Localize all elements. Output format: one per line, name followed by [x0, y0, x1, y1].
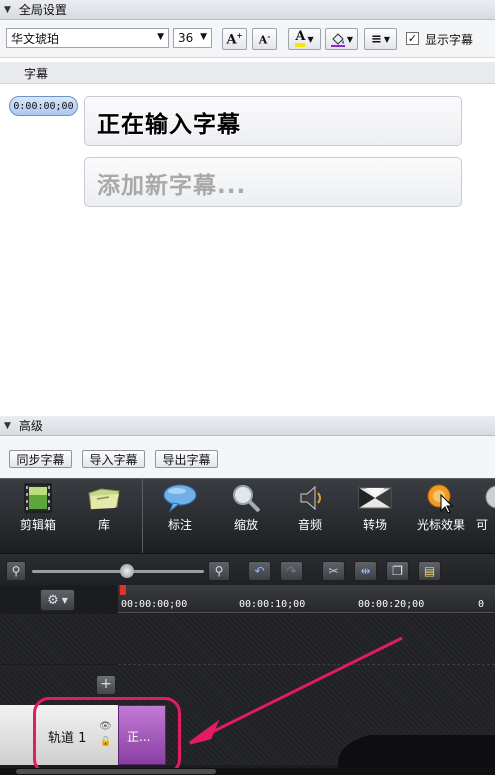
timeline-settings-button[interactable]: ⚙ ▼	[40, 589, 75, 611]
font-select[interactable]: 华文琥珀 ▼	[6, 28, 169, 48]
ruler-tick-label: 00:00:10;00	[239, 599, 306, 610]
align-icon: ≡	[370, 31, 382, 47]
cursor-effect-icon	[427, 484, 454, 513]
tab-label: 库	[97, 518, 110, 532]
advanced-title: 高级	[18, 419, 43, 433]
zoom-slider[interactable]	[32, 570, 204, 573]
undo-icon: ↶	[254, 564, 265, 578]
annotation-highlight-box	[33, 697, 181, 775]
ruler-tick-label: 0	[478, 599, 485, 610]
folder-icon	[88, 488, 120, 510]
task-tabs-bar: 剪辑箱 库 标注 缩放 音频 转场 光标效果 可	[0, 478, 495, 553]
copy-icon: ❐	[392, 564, 403, 578]
scissors-icon: ✂	[328, 564, 339, 578]
global-settings-header[interactable]: ▼ 全局设置	[0, 0, 495, 20]
tab-more[interactable]: 可	[470, 479, 495, 553]
export-captions-button[interactable]: 导出字幕	[155, 450, 218, 468]
dropdown-arrow-icon: ▼	[61, 595, 68, 605]
zoom-in-button[interactable]: ⚲	[208, 561, 230, 581]
sync-captions-button[interactable]: 同步字幕	[9, 450, 72, 468]
add-caption-placeholder[interactable]: 添加新字幕...	[84, 157, 462, 207]
paste-button[interactable]: ▤	[418, 561, 441, 581]
tab-cursor-effects[interactable]: 光标效果	[406, 479, 476, 553]
more-icon	[485, 485, 495, 509]
time-ruler[interactable]: 00:00:00;00 00:00:10;00 00:00:20;00 0	[118, 585, 495, 613]
tab-label: 音频	[297, 518, 322, 532]
ruler-tick-label: 00:00:20;00	[358, 599, 425, 610]
split-button[interactable]: ⇹	[354, 561, 377, 581]
fill-color-button[interactable]: ▼	[325, 28, 358, 50]
magnifier-icon	[233, 485, 261, 513]
tab-label: 光标效果	[416, 518, 465, 532]
tab-label: 缩放	[233, 518, 258, 532]
paste-icon: ▤	[423, 564, 436, 578]
dropdown-arrow-icon: ▼	[307, 34, 314, 44]
font-size-select[interactable]: 36 ▼	[173, 28, 212, 48]
increase-font-button[interactable]: A+	[222, 28, 247, 50]
transition-icon	[358, 487, 392, 509]
import-captions-button[interactable]: 导入字幕	[82, 450, 145, 468]
captions-column-header: 字幕	[0, 62, 495, 84]
paint-bucket-icon	[330, 33, 345, 47]
caption-timestamp[interactable]: 0:00:00;00	[9, 96, 78, 116]
advanced-header[interactable]: ▼ 高级	[0, 416, 495, 436]
tab-zoom[interactable]: 缩放	[210, 479, 282, 553]
gear-icon: ⚙	[47, 592, 59, 608]
speaker-icon	[300, 485, 321, 511]
ruler-tick-label: 00:00:00;00	[121, 599, 188, 610]
captions-header-label: 字幕	[24, 67, 49, 81]
undo-button[interactable]: ↶	[248, 561, 271, 581]
film-strip-icon	[24, 483, 52, 513]
increase-font-icon: A+	[226, 30, 243, 48]
tab-audio[interactable]: 音频	[274, 479, 346, 553]
cut-button[interactable]: ✂	[322, 561, 345, 581]
tab-label: 剪辑箱	[19, 518, 56, 532]
dropdown-arrow-icon: ▼	[200, 32, 207, 42]
font-color-icon: A	[295, 30, 306, 47]
tab-transitions[interactable]: 转场	[339, 479, 411, 553]
split-icon: ⇹	[360, 564, 371, 578]
font-select-value: 华文琥珀	[11, 31, 60, 46]
zoom-out-icon: ⚲	[11, 564, 21, 578]
add-track-button[interactable]: +	[96, 675, 116, 695]
tab-clip-bin[interactable]: 剪辑箱	[0, 479, 78, 553]
collapse-arrow-icon[interactable]: ▼	[4, 5, 11, 15]
tab-label: 可	[476, 518, 489, 532]
tab-callouts[interactable]: 标注	[144, 479, 216, 553]
zoom-out-button[interactable]: ⚲	[6, 561, 26, 581]
annotation-arrow	[189, 636, 403, 745]
tab-label: 标注	[167, 518, 192, 532]
show-captions-checkbox[interactable]: ✓	[406, 32, 419, 45]
plus-icon: +	[100, 676, 112, 692]
show-captions-label: 显示字幕	[425, 33, 474, 47]
timeline-horizontal-scrollbar[interactable]	[0, 768, 495, 775]
advanced-button-row: 同步字幕 导入字幕 导出字幕	[0, 436, 495, 478]
scrollbar-thumb[interactable]	[16, 769, 216, 774]
dropdown-arrow-icon: ▼	[383, 34, 391, 44]
callout-bubble-icon	[163, 484, 197, 513]
tab-divider	[142, 479, 143, 553]
zoom-in-icon: ⚲	[214, 564, 224, 578]
dropdown-arrow-icon: ▼	[157, 32, 164, 42]
caption-entry[interactable]: 正在输入字幕	[84, 96, 462, 146]
align-button[interactable]: ≡ ▼	[364, 28, 397, 50]
redo-button[interactable]: ↷	[280, 561, 303, 581]
copy-button[interactable]: ❐	[386, 561, 409, 581]
zoom-slider-handle[interactable]	[119, 564, 134, 578]
tab-library[interactable]: 库	[68, 479, 140, 553]
redo-icon: ↷	[286, 564, 297, 578]
decrease-font-button[interactable]: A-	[252, 28, 277, 50]
timeline-toolbar: ⚲ ⚲ ↶ ↷ ✂ ⇹ ❐ ▤	[0, 553, 495, 585]
playhead-marker[interactable]	[120, 585, 126, 595]
decrease-font-icon: A-	[258, 31, 271, 47]
global-settings-title: 全局设置	[18, 3, 67, 17]
font-color-button[interactable]: A ▼	[288, 28, 321, 50]
font-size-value: 36	[178, 31, 194, 45]
tab-label: 转场	[362, 518, 387, 532]
collapse-arrow-icon[interactable]: ▼	[4, 421, 11, 431]
dropdown-arrow-icon: ▼	[346, 34, 354, 44]
